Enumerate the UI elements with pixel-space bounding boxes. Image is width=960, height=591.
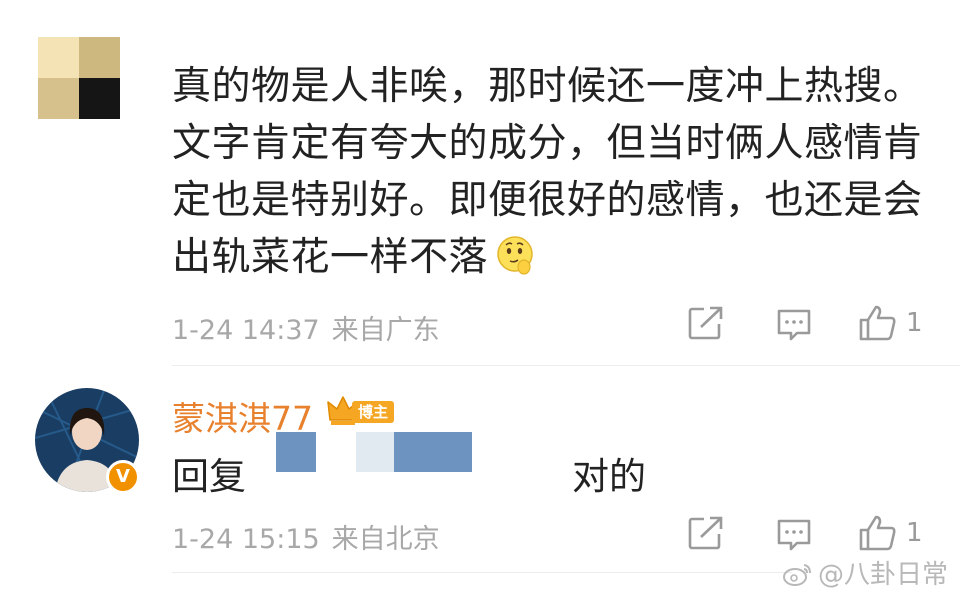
- comment2-like-button[interactable]: 1: [858, 514, 923, 552]
- watermark-text: @八卦日常: [817, 560, 948, 590]
- reply-prefix: 回复: [172, 455, 246, 498]
- comment1-location: 来自广东: [331, 315, 440, 346]
- comment1-meta: 1-24 14:37 来自广东: [172, 308, 440, 347]
- comment2-meta: 1-24 15:15 来自北京: [172, 517, 440, 556]
- divider: [172, 572, 792, 573]
- blogger-badge: 博主: [326, 394, 404, 428]
- thinking-emoji-icon: [497, 236, 533, 275]
- divider: [172, 365, 960, 366]
- comment2-share-button[interactable]: [688, 516, 724, 550]
- comment-icon: [777, 519, 811, 551]
- share-icon: [688, 516, 723, 550]
- like-icon: [859, 305, 896, 341]
- comment1-like-count: 1: [906, 308, 923, 338]
- redaction-block: [394, 432, 472, 472]
- comment2-reply-button[interactable]: [776, 518, 812, 552]
- comment-body: 真的物是人非唉，那时候还一度冲上热搜。文字肯定有夸大的成分，但当时俩人感情肯定也…: [172, 64, 923, 280]
- comment2-time: 1-24 15:15: [172, 524, 320, 555]
- redaction-block: [356, 432, 394, 472]
- reply-text: 对的: [572, 455, 646, 498]
- comment2-like-count: 1: [906, 518, 923, 548]
- comment-text: 真的物是人非唉，那时候还一度冲上热搜。文字肯定有夸大的成分，但当时俩人感情肯定也…: [172, 58, 932, 286]
- watermark: @八卦日常: [782, 554, 948, 591]
- comment1-reply-button[interactable]: [776, 308, 812, 342]
- share-icon: [688, 306, 723, 340]
- comment1-time: 1-24 14:37: [172, 315, 320, 346]
- comment2-location: 来自北京: [331, 524, 440, 555]
- like-icon: [859, 515, 896, 551]
- masked-avatar[interactable]: [38, 37, 120, 119]
- comment1-like-button[interactable]: 1: [858, 304, 923, 342]
- weibo-icon: [782, 564, 811, 586]
- redaction-block: [276, 432, 316, 472]
- blogger-label: 博主: [352, 401, 395, 423]
- verified-badge: V: [106, 460, 140, 494]
- comment1-share-button[interactable]: [688, 306, 724, 340]
- comment-icon: [777, 309, 811, 341]
